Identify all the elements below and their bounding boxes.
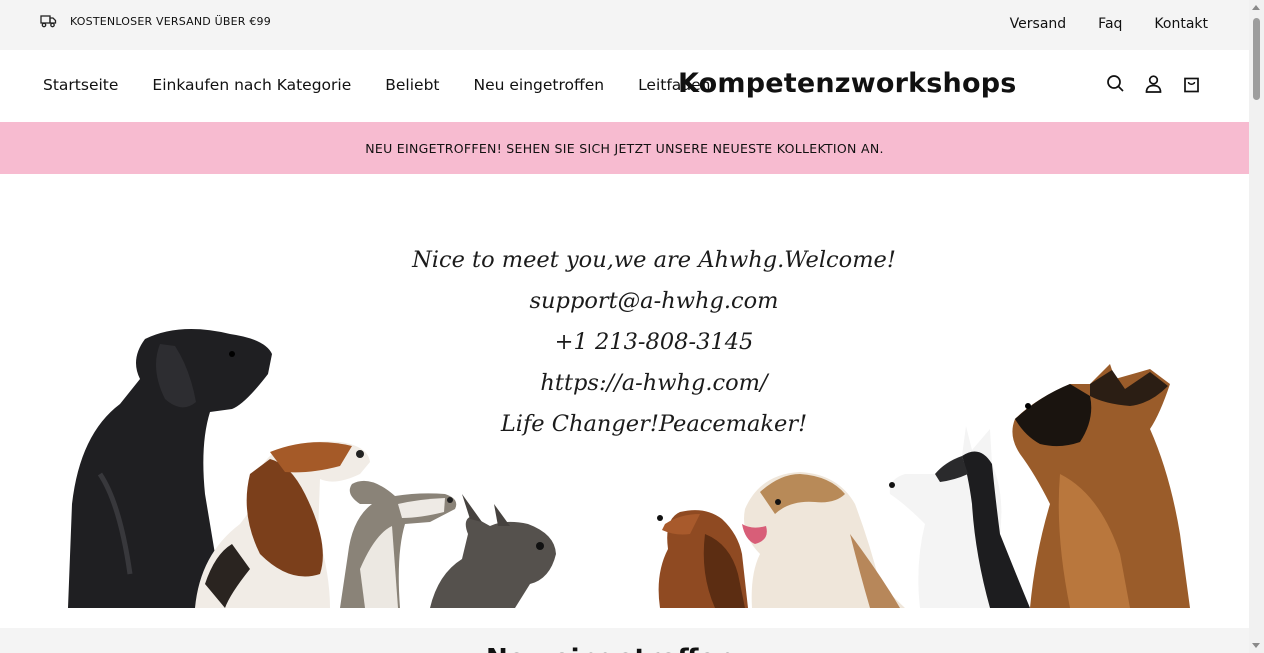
- nav-startseite[interactable]: Startseite: [43, 76, 118, 94]
- cart-icon[interactable]: [1182, 74, 1201, 94]
- link-faq[interactable]: Faq: [1098, 16, 1122, 32]
- scroll-up-arrow-icon[interactable]: [1252, 5, 1260, 10]
- nav-beliebt[interactable]: Beliebt: [385, 76, 439, 94]
- link-kontakt[interactable]: Kontakt: [1154, 16, 1208, 32]
- section-heading: Neu eingetroffen: [486, 644, 735, 653]
- scrollbar[interactable]: [1249, 0, 1264, 653]
- hero-slogan: Life Changer!Peacemaker!: [500, 411, 808, 437]
- link-versand[interactable]: Versand: [1010, 16, 1067, 32]
- scroll-thumb[interactable]: [1253, 18, 1260, 100]
- shipping-notice: KOSTENLOSER VERSAND ÜBER €99: [40, 14, 271, 28]
- brand-logo[interactable]: Kompetenzworkshops: [678, 68, 1017, 99]
- truck-icon: [40, 15, 57, 28]
- header-icons: [1106, 74, 1201, 94]
- main-header: Startseite Einkaufen nach Kategorie Beli…: [0, 50, 1249, 122]
- announcement-text: NEU EINGETROFFEN! SEHEN SIE SICH JETZT U…: [365, 140, 884, 156]
- account-icon[interactable]: [1144, 74, 1163, 94]
- main-nav: Startseite Einkaufen nach Kategorie Beli…: [43, 76, 745, 94]
- nav-neu-eingetroffen[interactable]: Neu eingetroffen: [474, 76, 605, 94]
- announcement-bar[interactable]: NEU EINGETROFFEN! SEHEN SIE SICH JETZT U…: [0, 122, 1249, 174]
- hero-text: Nice to meet you,we are Ahwhg.Welcome! s…: [380, 242, 928, 447]
- shipping-text: KOSTENLOSER VERSAND ÜBER €99: [70, 14, 271, 28]
- top-bar: KOSTENLOSER VERSAND ÜBER €99 Versand Faq…: [0, 0, 1249, 50]
- section-band: Neu eingetroffen: [0, 628, 1249, 653]
- scroll-down-arrow-icon[interactable]: [1252, 643, 1260, 648]
- top-links: Versand Faq Kontakt: [1010, 16, 1208, 32]
- hero-phone: +1 213-808-3145: [554, 329, 754, 355]
- search-icon[interactable]: [1106, 74, 1125, 94]
- nav-einkaufen-nach-kategorie[interactable]: Einkaufen nach Kategorie: [152, 76, 351, 94]
- hero-welcome: Nice to meet you,we are Ahwhg.Welcome!: [412, 247, 896, 273]
- hero-banner: Nice to meet you,we are Ahwhg.Welcome! s…: [0, 174, 1249, 628]
- hero-email: support@a-hwhg.com: [529, 288, 779, 314]
- hero-url: https://a-hwhg.com/: [540, 370, 768, 396]
